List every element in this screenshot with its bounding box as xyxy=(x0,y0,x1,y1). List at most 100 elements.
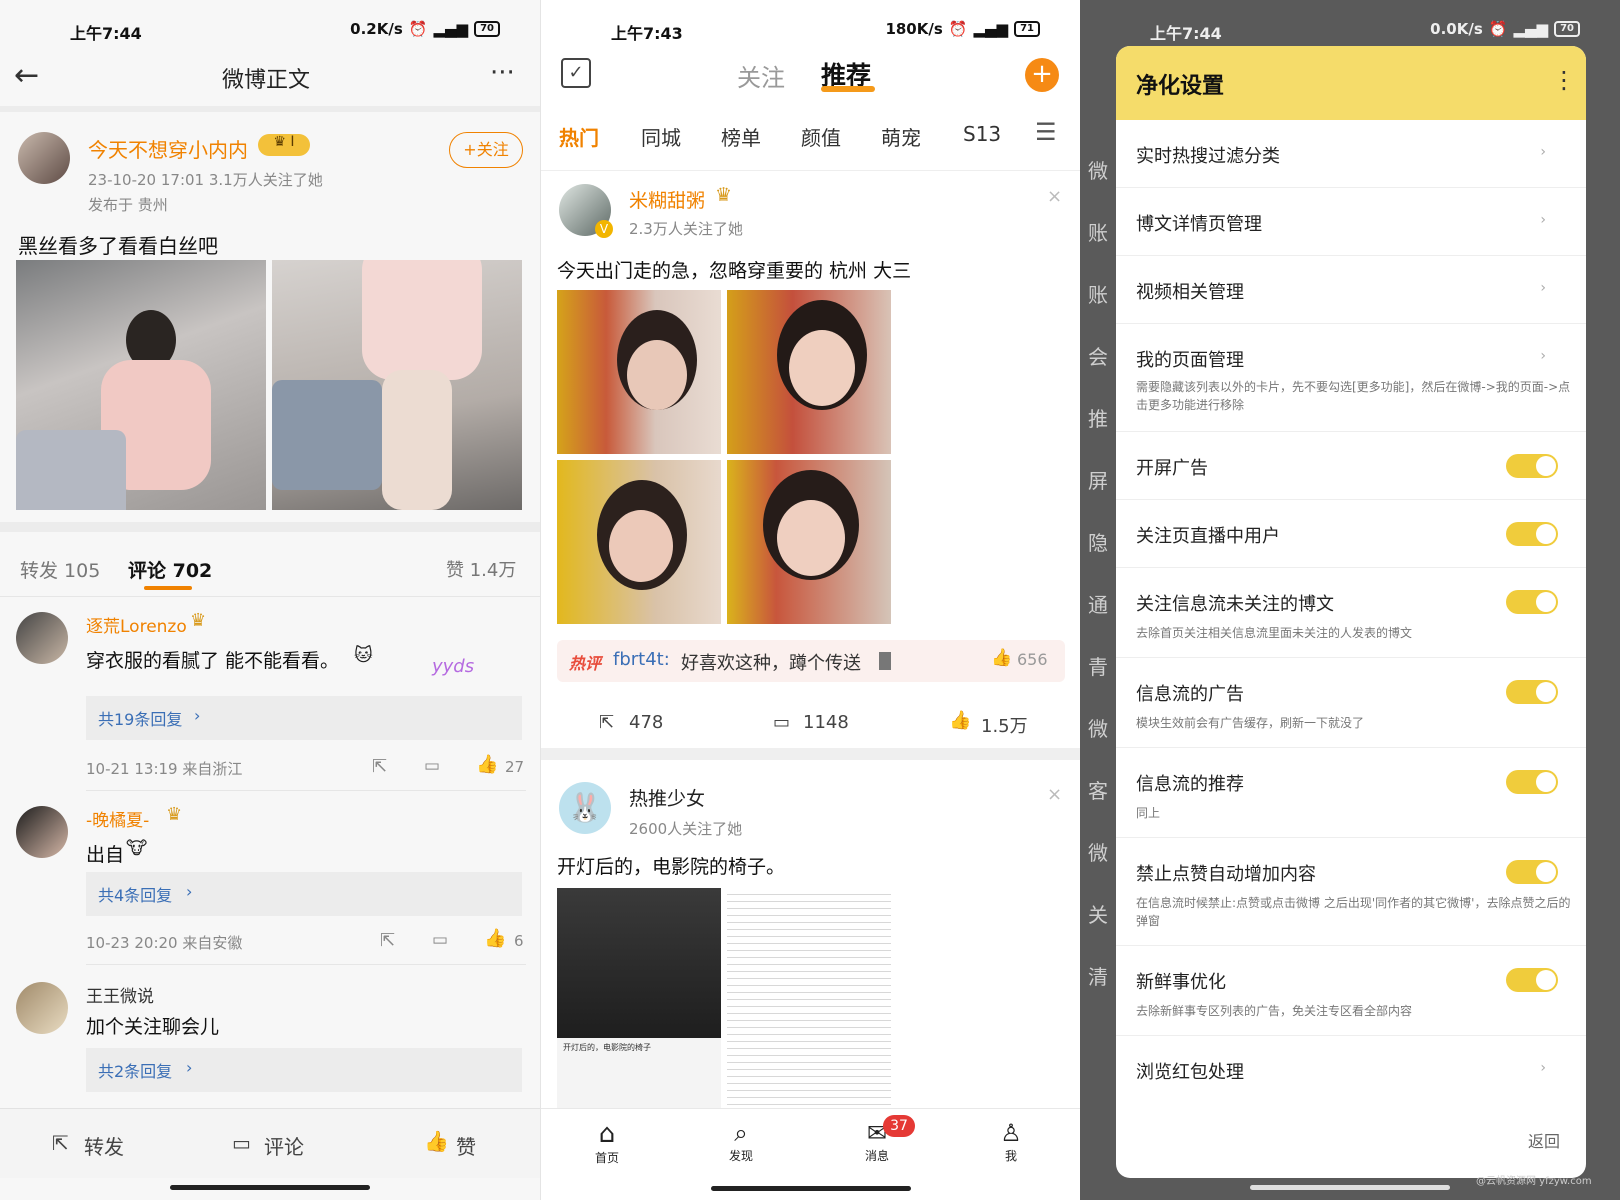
setting-video[interactable]: 视频相关管理 › xyxy=(1116,256,1586,324)
back-arrow-icon[interactable]: ← xyxy=(14,58,39,93)
more-vert-icon[interactable]: ⋮ xyxy=(1552,66,1576,94)
post-image-1[interactable] xyxy=(16,260,266,510)
avatar[interactable] xyxy=(18,132,70,184)
author-name[interactable]: 米糊甜粥 xyxy=(629,186,705,213)
comment-count[interactable]: 1148 xyxy=(803,712,849,733)
comment-time: 10-21 13:19 来自浙江 xyxy=(86,760,243,778)
like-count[interactable]: 1.5万 xyxy=(981,712,1028,738)
toggle-switch[interactable] xyxy=(1506,680,1558,704)
thumb-up-icon[interactable]: 👍 xyxy=(949,710,971,731)
comment-icon[interactable]: ▭ xyxy=(773,712,790,733)
bottom-repost[interactable]: 转发 xyxy=(84,1131,124,1160)
author-name[interactable]: 热推少女 xyxy=(629,784,705,811)
channel-rank[interactable]: 榜单 xyxy=(721,122,761,151)
setting-post-detail[interactable]: 博文详情页管理 › xyxy=(1116,188,1586,256)
setting-my-page[interactable]: 我的页面管理 › 需要隐藏该列表以外的卡片，先不要勾选[更多功能]，然后在微博->我… xyxy=(1116,324,1586,432)
nav-home[interactable]: ⌂ 首页 xyxy=(587,1119,627,1166)
follow-button[interactable]: +关注 xyxy=(449,132,523,168)
author-name[interactable]: 今天不想穿小内内 xyxy=(88,134,248,163)
menu-icon[interactable]: ☰ xyxy=(1035,118,1057,146)
commenter-name[interactable]: -晚橘夏- xyxy=(86,806,149,831)
nav-discover[interactable]: ⌕ 发现 xyxy=(721,1119,761,1164)
vip-crown-icon: ♛ xyxy=(190,610,207,631)
weibo-feed-panel: 上午7:43 180K/s ⏰ ▂▄▆ 71 ✓ 关注 推荐 + 热门 同城 榜单 颜… xyxy=(540,0,1080,1200)
commenter-name[interactable]: 逐荒Lorenzo xyxy=(86,612,187,637)
close-icon[interactable]: × xyxy=(1047,186,1062,207)
comment-text: 穿衣服的看腻了 能不能看看。 xyxy=(86,650,340,672)
post-image-2[interactable] xyxy=(727,888,891,1108)
hot-comment-card[interactable]: 热评 fbrt4t: 好喜欢这种，蹲个传送 👍 656 xyxy=(557,640,1065,682)
share-icon[interactable]: ⇱ xyxy=(52,1131,69,1155)
reply-box[interactable]: 共2条回复 › xyxy=(86,1048,522,1092)
channel-local[interactable]: 同城 xyxy=(641,122,681,151)
comment-icon[interactable]: ▭ xyxy=(232,1131,251,1155)
post-image-2[interactable] xyxy=(727,290,891,454)
hot-comment-user[interactable]: fbrt4t: xyxy=(613,649,670,670)
channel-hot[interactable]: 热门 xyxy=(559,122,599,151)
post-image-1[interactable]: 开灯后的，电影院的椅子 xyxy=(557,888,721,1108)
commenter-name[interactable]: 王王微说 xyxy=(86,982,154,1007)
toggle-switch[interactable] xyxy=(1506,860,1558,884)
thumb-up-icon[interactable]: 👍 xyxy=(991,648,1012,668)
post-location: 发布于 贵州 xyxy=(88,196,168,214)
tab-follow[interactable]: 关注 xyxy=(737,58,785,93)
bottom-comment[interactable]: 评论 xyxy=(264,1131,304,1160)
avatar[interactable]: 🐰 xyxy=(559,782,611,834)
post-image-1[interactable] xyxy=(557,290,721,454)
setting-hot-search-filter[interactable]: 实时热搜过滤分类 › xyxy=(1116,120,1586,188)
signal-icon: ▂▄▆ xyxy=(973,20,1009,38)
setting-unfollowed-posts[interactable]: 关注信息流未关注的博文 去除首页关注相关信息流里面未关注的人发表的博文 xyxy=(1116,568,1586,658)
tab-like[interactable]: 赞 1.4万 xyxy=(446,556,516,582)
channel-looks[interactable]: 颜值 xyxy=(801,122,841,151)
setting-feed-recommend[interactable]: 信息流的推荐 同上 xyxy=(1116,748,1586,838)
post-image-4[interactable] xyxy=(727,460,891,624)
close-icon[interactable]: × xyxy=(1047,784,1062,805)
post-text: 今天出门走的急，忽略穿重要的 杭州 大三 xyxy=(557,260,912,282)
thumb-up-icon[interactable]: 👍 xyxy=(476,754,498,775)
avatar[interactable] xyxy=(16,806,68,858)
avatar[interactable] xyxy=(16,982,68,1034)
channel-s13[interactable]: S13 xyxy=(963,122,1001,146)
reply-box[interactable]: 共19条回复 › xyxy=(86,696,522,740)
back-button[interactable]: 返回 xyxy=(1528,1128,1560,1152)
toggle-switch[interactable] xyxy=(1506,454,1558,478)
share-icon[interactable]: ⇱ xyxy=(380,930,395,951)
more-icon[interactable]: ··· xyxy=(490,58,515,88)
toggle-switch[interactable] xyxy=(1506,522,1558,546)
chevron-right-icon: › xyxy=(1540,280,1546,296)
battery-icon: 70 xyxy=(474,21,500,37)
comment-text: 加个关注聊会儿 xyxy=(86,1016,220,1038)
share-icon[interactable]: ⇱ xyxy=(599,712,614,733)
setting-news-optimize[interactable]: 新鲜事优化 去除新鲜事专区列表的广告，免关注专区看全部内容 xyxy=(1116,946,1586,1036)
vip-crown-icon: ♛ I xyxy=(258,134,310,156)
tab-comment[interactable]: 评论 702 xyxy=(128,556,212,583)
setting-feed-ads[interactable]: 信息流的广告 模块生效前会有广告缓存，刷新一下就没了 xyxy=(1116,658,1586,748)
post-image-2[interactable] xyxy=(272,260,522,510)
toggle-switch[interactable] xyxy=(1506,770,1558,794)
compose-plus-icon[interactable]: + xyxy=(1025,58,1059,92)
repost-count[interactable]: 478 xyxy=(629,712,663,733)
channel-pets[interactable]: 萌宠 xyxy=(881,122,921,151)
nav-me[interactable]: ♙ 我 xyxy=(991,1119,1031,1164)
toggle-switch[interactable] xyxy=(1506,590,1558,614)
bottom-like[interactable]: 赞 xyxy=(456,1131,476,1160)
thumb-up-icon[interactable]: 👍 xyxy=(484,928,506,949)
comment-icon[interactable]: ▭ xyxy=(432,930,448,950)
post-image-3[interactable] xyxy=(557,460,721,624)
setting-red-packet[interactable]: 浏览红包处理 › xyxy=(1116,1036,1586,1104)
setting-splash-ad[interactable]: 开屏广告 xyxy=(1116,432,1586,500)
toggle-switch[interactable] xyxy=(1506,968,1558,992)
share-icon[interactable]: ⇱ xyxy=(372,756,387,777)
setting-disable-like-content[interactable]: 禁止点赞自动增加内容 在信息流时候禁止:点赞或点击微博 之后出现'同作者的其它微博… xyxy=(1116,838,1586,946)
avatar[interactable] xyxy=(16,612,68,664)
checkin-calendar-icon[interactable]: ✓ xyxy=(561,58,591,88)
thumb-up-icon[interactable]: 👍 xyxy=(424,1129,449,1153)
setting-live-users[interactable]: 关注页直播中用户 xyxy=(1116,500,1586,568)
comment-icon[interactable]: ▭ xyxy=(424,756,440,776)
reply-box[interactable]: 共4条回复 › xyxy=(86,872,522,916)
reply-count-link[interactable]: 共2条回复 xyxy=(98,1058,172,1082)
comment-text: 出自 xyxy=(86,844,125,866)
reply-count-link[interactable]: 共19条回复 xyxy=(98,706,182,730)
tab-repost[interactable]: 转发 105 xyxy=(20,556,100,583)
reply-count-link[interactable]: 共4条回复 xyxy=(98,882,172,906)
